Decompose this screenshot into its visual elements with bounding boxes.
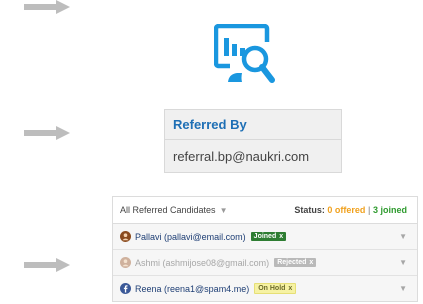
chevron-down-icon: ▼ bbox=[219, 205, 228, 215]
status-separator: | bbox=[367, 205, 371, 215]
status-badge-rejected: Rejected x bbox=[274, 258, 317, 267]
referred-by-card: Referred By referral.bp@naukri.com bbox=[164, 109, 342, 173]
status-badge-on-hold: On Hold x bbox=[254, 283, 297, 294]
right-arrow-icon bbox=[24, 126, 70, 140]
offered-count: 0 offered bbox=[327, 205, 366, 215]
chevron-down-icon[interactable]: ▼ bbox=[399, 232, 407, 241]
status-badge-label: Joined bbox=[253, 233, 277, 240]
status-badge-label: On Hold bbox=[258, 285, 286, 292]
candidate-name[interactable]: Pallavi (pallavi@email.com) bbox=[135, 232, 246, 242]
chevron-down-icon[interactable]: ▼ bbox=[399, 258, 407, 267]
candidate-name[interactable]: Ashmi (ashmijose08@gmail.com) bbox=[135, 258, 269, 268]
remove-status-icon[interactable]: x bbox=[288, 285, 292, 292]
candidates-title: All Referred Candidates bbox=[120, 205, 216, 215]
facebook-icon bbox=[120, 283, 131, 294]
user-avatar-icon bbox=[120, 257, 131, 268]
referred-candidates-panel: All Referred Candidates ▼ Status: 0 offe… bbox=[112, 196, 418, 302]
analytics-search-icon bbox=[214, 24, 275, 83]
candidate-name[interactable]: Reena (reena1@spam4.me) bbox=[135, 284, 249, 294]
status-summary: Status: 0 offered | 3 joined bbox=[294, 205, 407, 215]
status-label: Status: bbox=[294, 205, 325, 215]
user-avatar-icon bbox=[120, 231, 131, 242]
chevron-down-icon[interactable]: ▼ bbox=[399, 284, 407, 293]
candidates-header: All Referred Candidates ▼ Status: 0 offe… bbox=[113, 197, 417, 224]
status-badge-joined: Joined x bbox=[250, 232, 287, 241]
referrer-email: referral.bp@naukri.com bbox=[173, 148, 310, 164]
candidate-row[interactable]: Reena (reena1@spam4.me) On Hold x ▼ bbox=[113, 276, 417, 301]
remove-status-icon[interactable]: x bbox=[279, 233, 283, 240]
candidates-filter-dropdown[interactable]: All Referred Candidates ▼ bbox=[120, 205, 227, 215]
referred-by-heading: Referred By bbox=[165, 110, 341, 140]
right-arrow-icon bbox=[24, 258, 70, 272]
remove-status-icon[interactable]: x bbox=[309, 259, 313, 266]
right-arrow-icon bbox=[24, 0, 70, 14]
status-badge-label: Rejected bbox=[277, 259, 307, 266]
joined-count: 3 joined bbox=[372, 205, 407, 215]
candidate-row[interactable]: Pallavi (pallavi@email.com) Joined x ▼ bbox=[113, 224, 417, 250]
candidate-row[interactable]: Ashmi (ashmijose08@gmail.com) Rejected x … bbox=[113, 250, 417, 276]
